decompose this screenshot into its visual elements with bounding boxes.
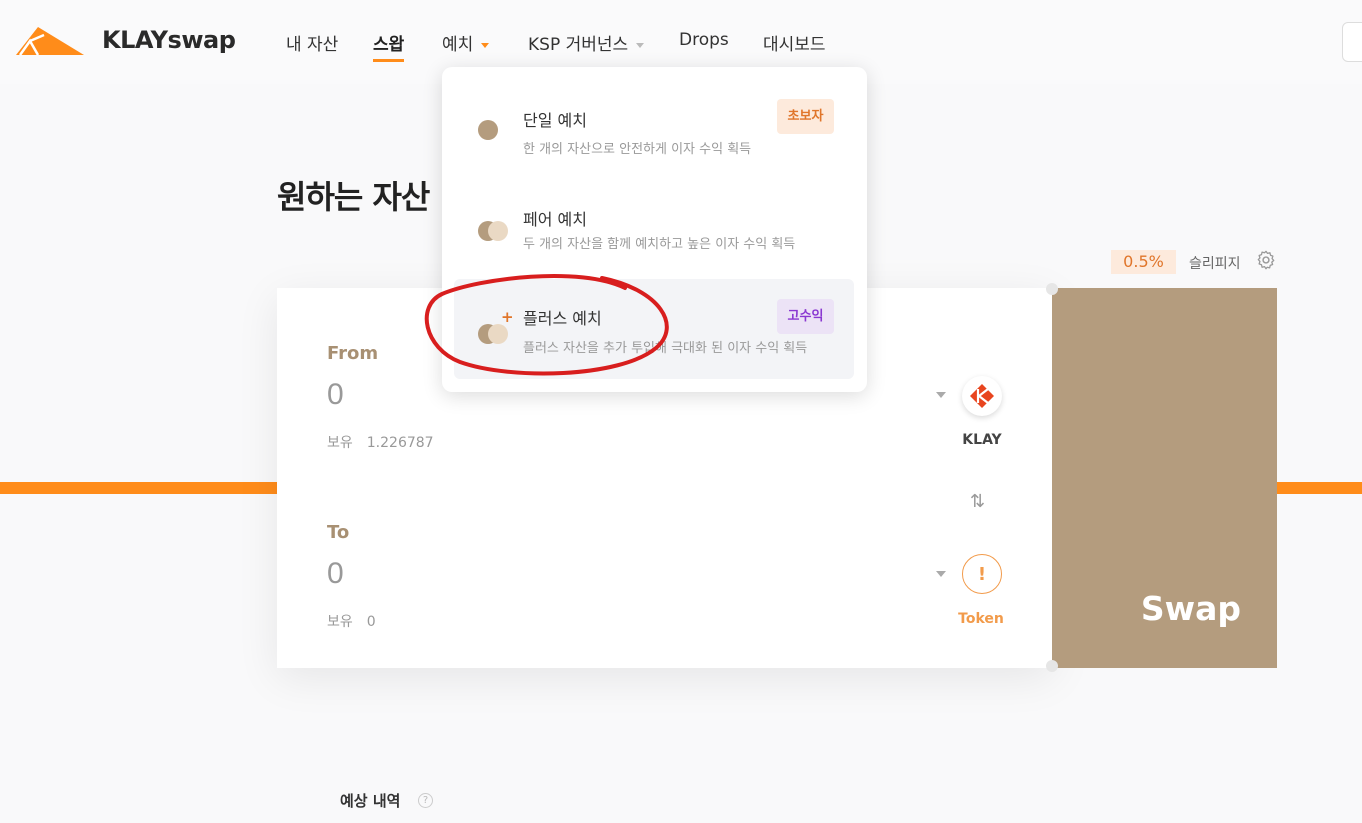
to-label: To [327, 522, 350, 543]
nav-deposit-label: 예치 [442, 35, 474, 55]
nav-governance-label: KSP 거버넌스 [528, 35, 629, 55]
to-token-name: Token [958, 611, 1004, 627]
nav-my-assets[interactable]: 내 자산 [286, 30, 338, 55]
from-balance: 보유 1.226787 [327, 432, 434, 452]
menu-item-plus-deposit[interactable]: + 플러스 예치 플러스 자산을 추가 투입해 극대화 된 이자 수익 획득 고… [454, 279, 854, 379]
swap-button[interactable]: Swap [1052, 288, 1277, 668]
menu-item-desc: 두 개의 자산을 함께 예치하고 높은 이자 수익 획득 [523, 237, 796, 252]
gear-icon[interactable] [1255, 249, 1277, 271]
menu-item-single-deposit[interactable]: 단일 예치 한 개의 자산으로 안전하게 이자 수익 획득 초보자 [454, 80, 854, 180]
menu-item-desc: 한 개의 자산으로 안전하게 이자 수익 획득 [523, 142, 752, 157]
to-balance-label: 보유 [327, 614, 353, 630]
from-token-name: KLAY [962, 432, 1002, 448]
beginner-badge: 초보자 [777, 99, 834, 134]
menu-item-title: 단일 예치 [523, 111, 587, 130]
chevron-down-icon [481, 42, 490, 48]
nav-swap[interactable]: 스왑 [373, 30, 405, 62]
decorative-stripe-right [1277, 482, 1362, 494]
menu-item-title: 플러스 예치 [523, 309, 602, 328]
nav-dashboard[interactable]: 대시보드 [763, 30, 826, 55]
klay-icon [970, 384, 994, 408]
slippage-value[interactable]: 0.5% [1111, 250, 1176, 274]
klayswap-logo[interactable] [16, 25, 86, 57]
brand-name[interactable]: KLAYswap [102, 26, 236, 54]
klay-token-button[interactable] [962, 376, 1002, 416]
help-icon[interactable]: ? [418, 793, 433, 808]
warning-icon: ! [977, 563, 987, 585]
nav-swap-label: 스왑 [373, 35, 405, 55]
to-amount-input[interactable] [327, 557, 887, 591]
menu-item-title: 페어 예치 [523, 210, 587, 229]
pair-coin-icon-2 [488, 221, 508, 241]
from-balance-label: 보유 [327, 435, 353, 451]
swap-direction-icon[interactable]: ⇅ [970, 491, 985, 512]
nav-ksp-governance[interactable]: KSP 거버넌스 [528, 30, 645, 55]
nav-drops[interactable]: Drops [679, 30, 729, 50]
menu-item-pair-deposit[interactable]: 페어 예치 두 개의 자산을 함께 예치하고 높은 이자 수익 획득 [454, 180, 854, 280]
from-label: From [327, 343, 379, 364]
to-token-dropdown[interactable] [936, 571, 946, 577]
high-yield-badge: 고수익 [777, 299, 834, 334]
to-balance-value: 0 [366, 614, 376, 630]
page-title: 원하는 자산 [277, 178, 430, 216]
estimate-label: 예상 내역 [340, 792, 401, 810]
slippage-label: 슬리피지 [1189, 256, 1241, 272]
logo-icon [16, 27, 84, 56]
deposit-dropdown-menu: 단일 예치 한 개의 자산으로 안전하게 이자 수익 획득 초보자 페어 예치 … [442, 67, 867, 392]
plus-icon: + [501, 308, 514, 326]
plus-coin-icon-2 [488, 324, 508, 344]
menu-item-desc: 플러스 자산을 추가 투입해 극대화 된 이자 수익 획득 [523, 341, 808, 356]
select-token-button[interactable]: ! [962, 554, 1002, 594]
decorative-stripe-left [0, 482, 277, 494]
from-token-dropdown[interactable] [936, 392, 946, 398]
nav-deposit[interactable]: 예치 [442, 30, 490, 55]
to-balance: 보유 0 [327, 611, 376, 631]
single-coin-icon [478, 120, 498, 140]
from-balance-value: 1.226787 [366, 435, 434, 451]
chevron-down-icon [636, 42, 645, 48]
panel-corner-dot [1046, 660, 1058, 672]
swap-button-label: Swap [1140, 589, 1241, 628]
wallet-connect-button[interactable] [1342, 22, 1362, 62]
panel-corner-dot [1046, 283, 1058, 295]
